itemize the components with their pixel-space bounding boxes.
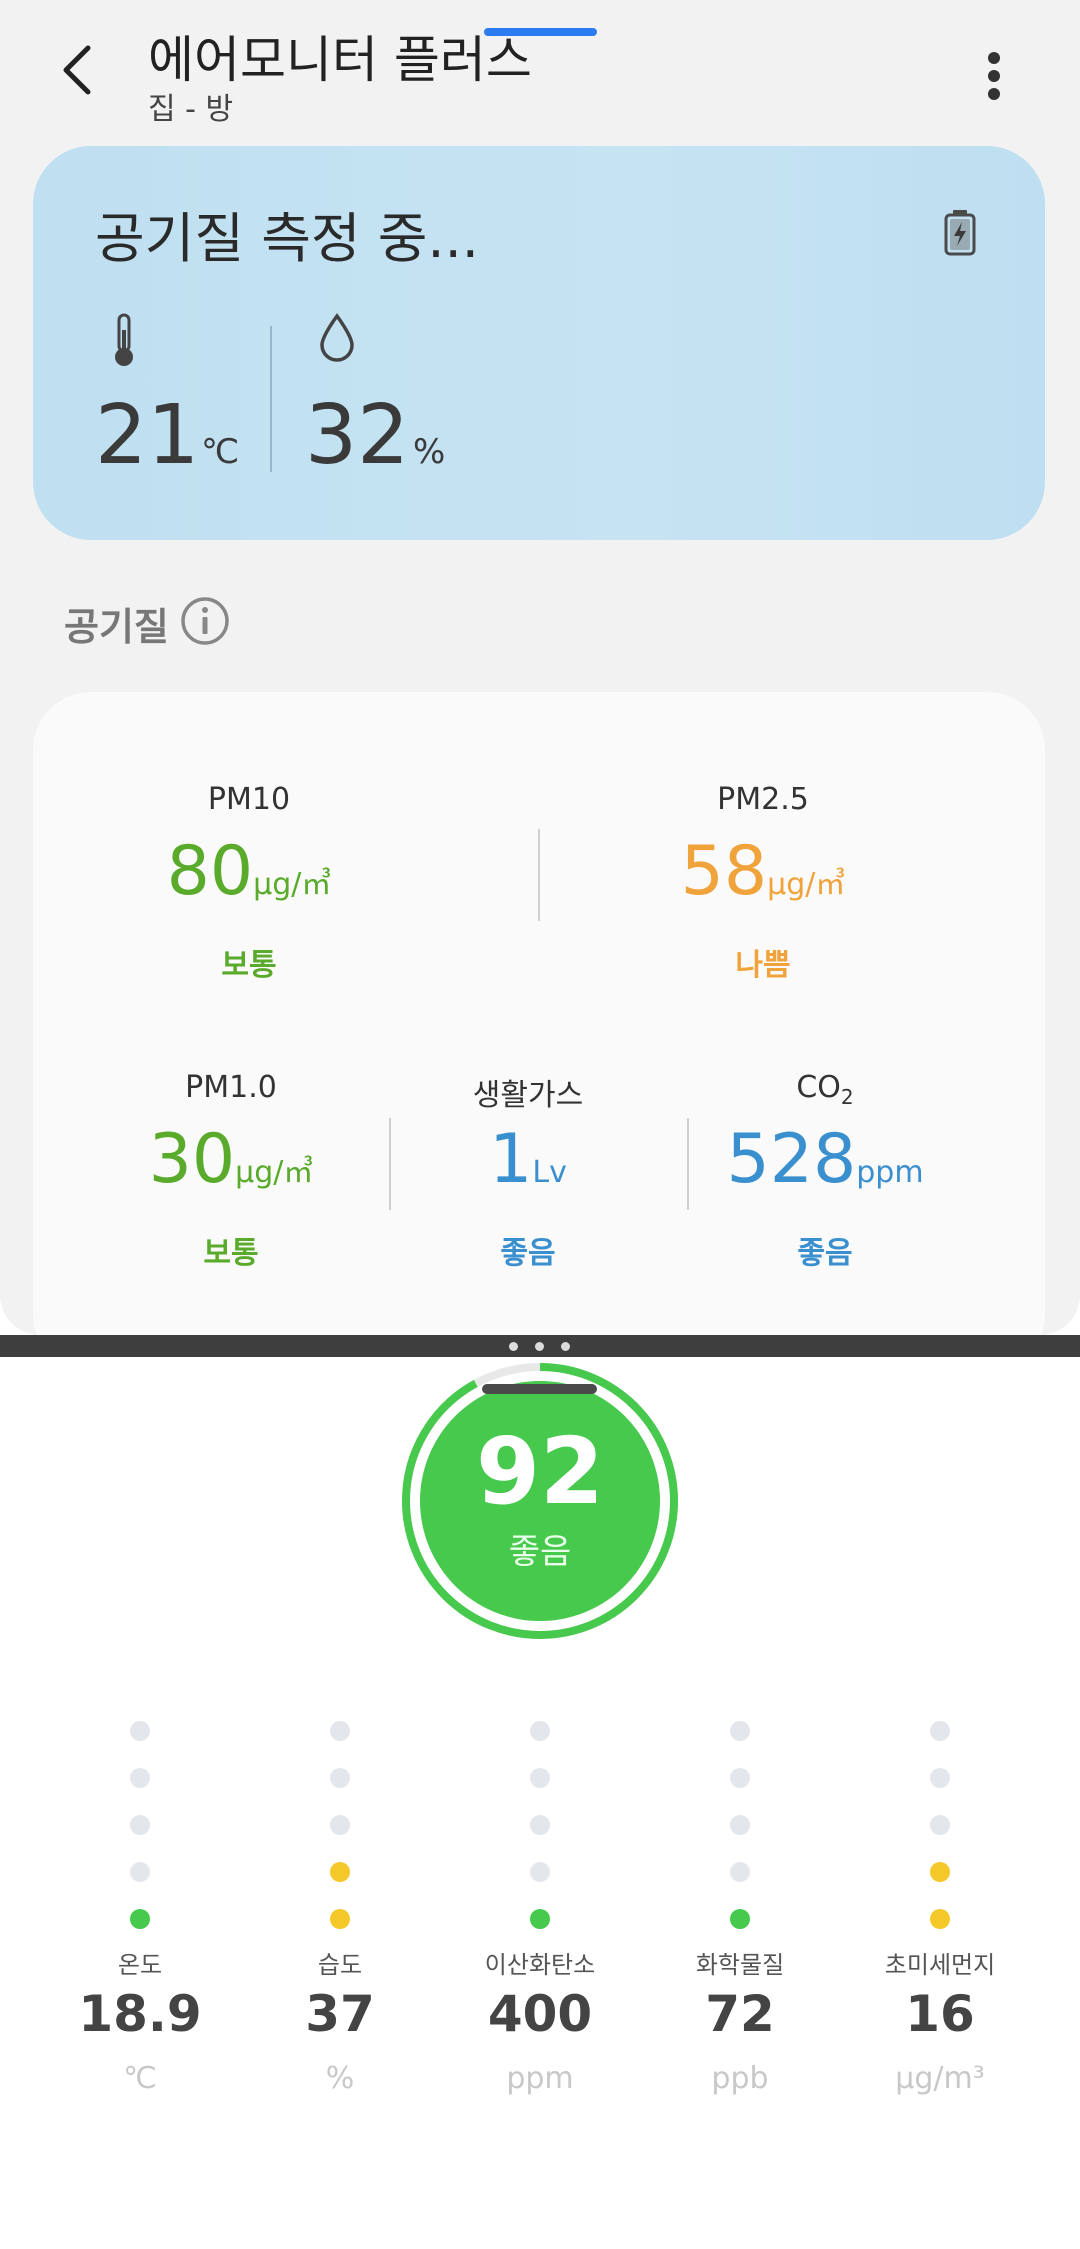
gas-label: 생활가스 — [472, 1078, 584, 1113]
air-score-label: 좋음 — [508, 1532, 572, 1572]
sensor-value: 16 — [905, 1985, 975, 2043]
level-dot — [130, 1862, 150, 1882]
pm1-value: 30μg/㎥ — [148, 1120, 314, 1199]
back-button[interactable] — [52, 38, 108, 102]
level-dot — [530, 1862, 550, 1882]
sensor-unit: ℃ — [123, 2061, 157, 2096]
level-dot — [530, 1815, 550, 1835]
pm25-status: 나쁨 — [735, 948, 791, 983]
sensor-value: 37 — [305, 1985, 375, 2043]
level-dot-active — [130, 1909, 150, 1929]
humidity-unit: % — [413, 432, 446, 472]
water-drop-icon — [320, 313, 354, 362]
temperature-unit: ℃ — [201, 432, 240, 472]
sensor-column[interactable]: 화학물질 72 ppb — [640, 1715, 840, 2115]
metric-divider — [687, 1118, 689, 1210]
gas-value: 1Lv — [489, 1120, 567, 1199]
co2-status: 좋음 — [797, 1236, 853, 1271]
humidity-value: 32 — [305, 388, 410, 483]
air-quality-card[interactable]: PM10 80μg/㎥ 보통 PM2.5 58μg/㎥ 나쁨 PM1.0 30μ… — [33, 692, 1045, 1335]
level-dot — [930, 1721, 950, 1741]
battery-charging-icon — [944, 210, 976, 256]
level-dot — [930, 1815, 950, 1835]
level-dot — [330, 1721, 350, 1741]
sensor-value: 400 — [487, 1985, 593, 2043]
pm25-value: 58μg/㎥ — [680, 832, 846, 911]
sensor-name: 온도 — [117, 1951, 163, 1979]
sensor-name: 습도 — [317, 1951, 363, 1979]
sensor-name: 화학물질 — [695, 1951, 785, 1979]
sensor-unit: ppb — [711, 2061, 769, 2096]
thermometer-icon — [115, 313, 133, 366]
level-dot-active — [930, 1862, 950, 1882]
measuring-status: 공기질 측정 중... — [95, 207, 479, 270]
info-icon[interactable] — [180, 596, 230, 646]
pm1-status: 보통 — [203, 1236, 259, 1271]
sensor-unit: % — [325, 2061, 355, 2096]
metric-divider — [538, 829, 540, 921]
air-score-value: 92 — [475, 1418, 605, 1525]
level-dot-active — [330, 1909, 350, 1929]
level-dot — [130, 1768, 150, 1788]
metric-divider — [389, 1118, 391, 1210]
level-dot — [930, 1768, 950, 1788]
chevron-left-icon — [63, 45, 91, 95]
level-dot — [530, 1768, 550, 1788]
page-title: 에어모니터 플러스 — [148, 31, 532, 89]
level-dot — [730, 1768, 750, 1788]
level-dot — [530, 1721, 550, 1741]
sensor-unit: μg/m³ — [895, 2061, 985, 2096]
temperature-value: 21 — [95, 388, 200, 483]
co2-label: CO2 — [796, 1070, 854, 1109]
sensor-name: 이산화탄소 — [484, 1951, 596, 1979]
level-dot — [130, 1815, 150, 1835]
pm1-label: PM1.0 — [185, 1070, 277, 1105]
gas-status: 좋음 — [500, 1236, 556, 1271]
level-dot-active — [330, 1862, 350, 1882]
panel-drag-handle[interactable] — [482, 1384, 597, 1394]
level-dot-active — [530, 1909, 550, 1929]
status-card[interactable]: 공기질 측정 중... 21 ℃ 32 % — [33, 146, 1045, 540]
sensor-unit: ppm — [506, 2061, 574, 2096]
sensor-column[interactable]: 습도 37% — [240, 1715, 440, 2115]
top-app-window: 에어모니터 플러스 집 - 방 공기질 측정 중... 21 ℃ 32 % 공기 — [0, 0, 1080, 1335]
level-dot-active — [930, 1909, 950, 1929]
level-dot-active — [730, 1909, 750, 1929]
level-dot — [730, 1815, 750, 1835]
sensor-column[interactable]: 온도 18.9 ℃ — [40, 1715, 240, 2115]
air-quality-section-title: 공기질 — [64, 605, 169, 649]
level-dot — [330, 1815, 350, 1835]
sensor-value: 72 — [705, 1985, 775, 2043]
pm25-label: PM2.5 — [717, 782, 809, 817]
sensor-name: 초미세먼지 — [884, 1951, 996, 1979]
page-subtitle: 집 - 방 — [148, 92, 234, 127]
pm10-label: PM10 — [207, 782, 291, 817]
split-handle-dot — [561, 1342, 570, 1351]
split-handle-dot — [535, 1342, 544, 1351]
sensor-column[interactable]: 이산화탄소 400 ppm — [440, 1715, 640, 2115]
level-dot — [330, 1768, 350, 1788]
level-dot — [730, 1721, 750, 1741]
level-dot — [130, 1721, 150, 1741]
sensor-column[interactable]: 초미세먼지 16 μg/m³ — [840, 1715, 1040, 2115]
sensor-value: 18.9 — [78, 1985, 202, 2043]
status-divider — [270, 326, 272, 472]
level-dot — [730, 1862, 750, 1882]
split-handle-dot — [509, 1342, 518, 1351]
co2-value: 528ppm — [726, 1120, 924, 1199]
pm10-value: 80μg/㎥ — [166, 832, 332, 911]
pm10-status: 보통 — [221, 948, 277, 983]
more-options-button[interactable] — [972, 46, 1016, 106]
